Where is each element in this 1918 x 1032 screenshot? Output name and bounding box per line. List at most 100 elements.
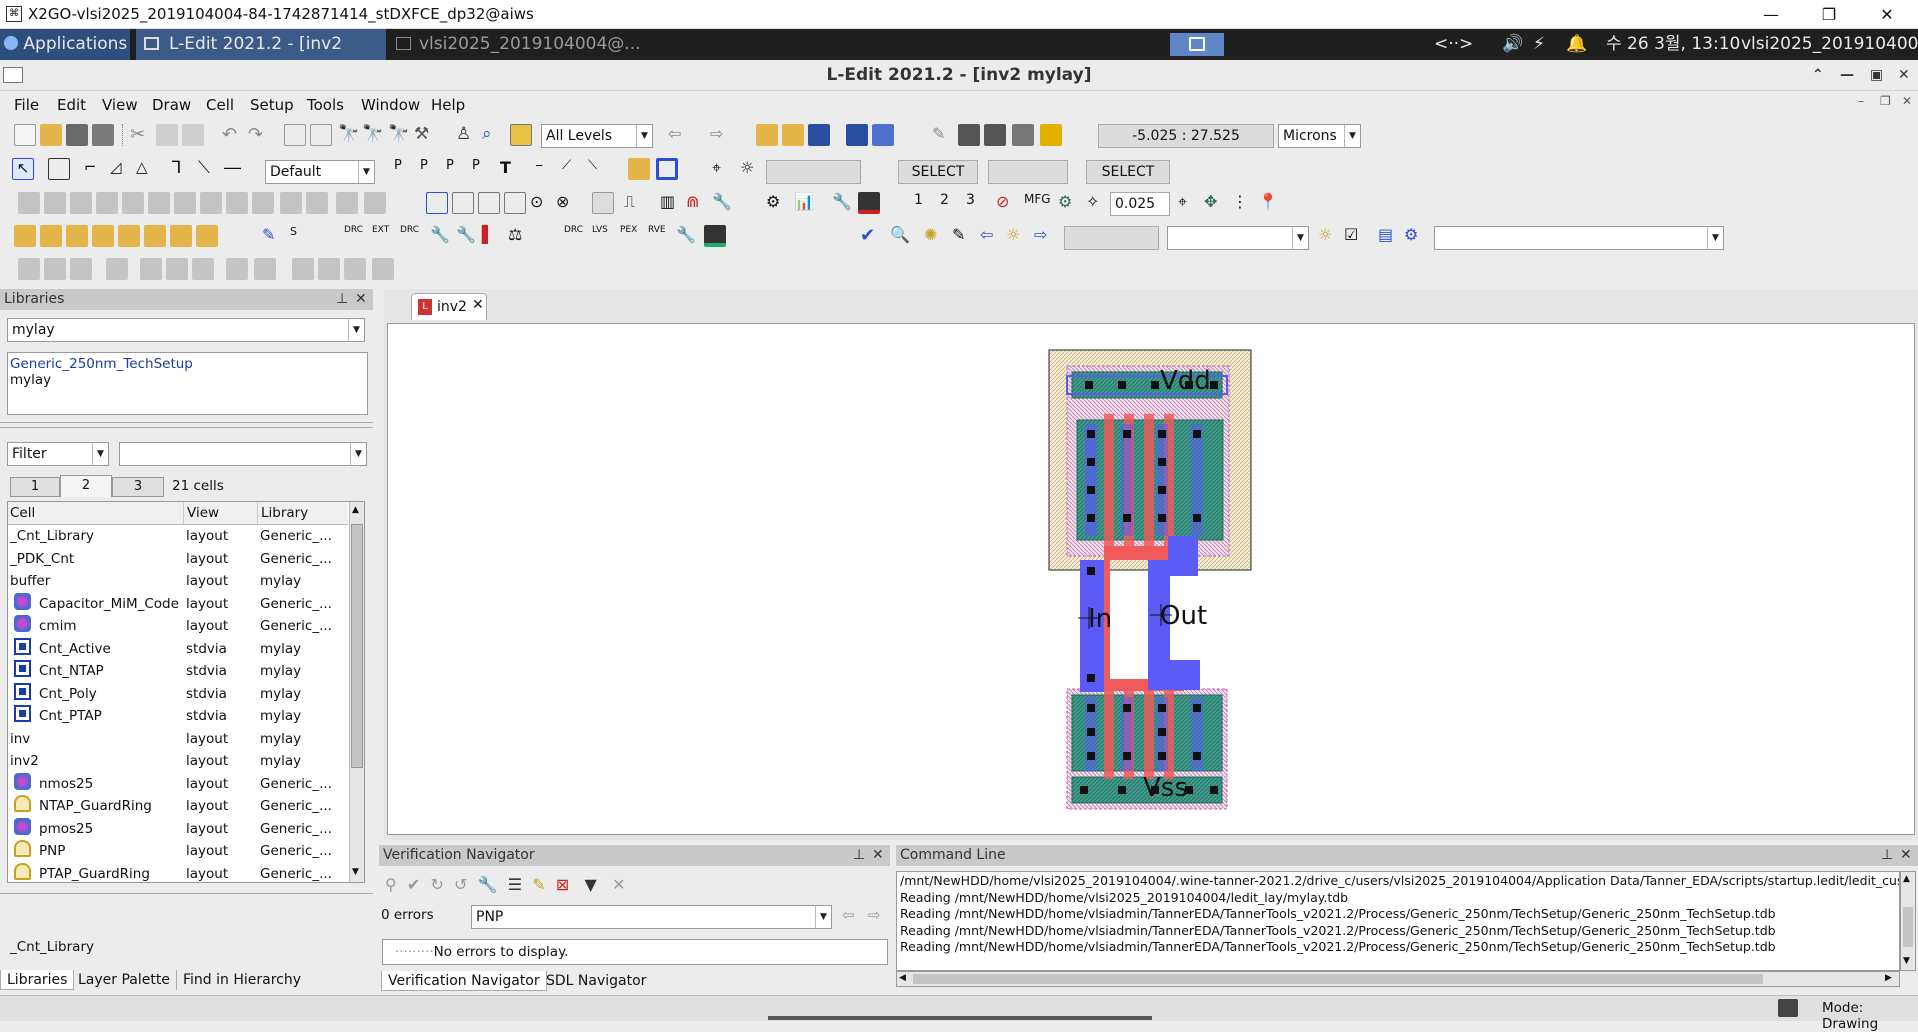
- table-row[interactable]: NTAP_GuardRing layout Generic_...: [8, 795, 348, 818]
- window-icon[interactable]: [1012, 124, 1034, 146]
- dist-3-icon[interactable]: [70, 258, 92, 280]
- layer-2-icon[interactable]: 2: [940, 192, 962, 214]
- table-row[interactable]: Capacitor_MiM_Code layout Generic_...: [8, 592, 348, 616]
- mirror-icon[interactable]: [96, 192, 118, 214]
- pin-icon[interactable]: ⊥: [1881, 845, 1893, 866]
- close-icon[interactable]: ✕: [355, 289, 367, 310]
- crosshair-2-icon[interactable]: ⌖: [1178, 192, 1200, 214]
- wire-line-icon[interactable]: ―: [224, 158, 246, 180]
- port-4-icon[interactable]: P: [472, 158, 494, 180]
- filter-input[interactable]: ▼: [119, 442, 367, 466]
- grid-icon[interactable]: ⋮: [1232, 192, 1254, 214]
- pencil-icon[interactable]: ✎: [932, 124, 954, 146]
- ext-run-icon[interactable]: EXT: [372, 225, 394, 247]
- checkbox-icon[interactable]: ☑: [1344, 225, 1366, 247]
- pen-icon[interactable]: ✎: [952, 225, 974, 247]
- tab-sdl-navigator[interactable]: SDL Navigator: [540, 971, 652, 991]
- forward-icon[interactable]: ⇨: [710, 124, 732, 146]
- group-icon[interactable]: [148, 192, 170, 214]
- crosshair-icon[interactable]: ⌖: [712, 158, 734, 180]
- redo-icon[interactable]: ↷: [248, 124, 270, 146]
- snap-center-icon[interactable]: ⊙: [530, 192, 552, 214]
- dropdown-icon[interactable]: ▼: [584, 875, 596, 894]
- snap-icon[interactable]: [426, 192, 448, 214]
- cut-icon[interactable]: [364, 192, 386, 214]
- snap-intersect-icon[interactable]: ⊗: [556, 192, 578, 214]
- mdi-minimize-icon[interactable]: –: [1858, 94, 1864, 108]
- menu-file[interactable]: File: [14, 96, 39, 114]
- table-row[interactable]: nmos25 layout Generic_...: [8, 772, 348, 796]
- ruler-icon[interactable]: ⎯: [536, 158, 558, 180]
- new-cell-icon[interactable]: [782, 124, 804, 146]
- table-row[interactable]: cmim layout Generic_...: [8, 615, 348, 638]
- scrollbar-thumb[interactable]: [1903, 907, 1913, 947]
- table-row[interactable]: inv layout mylay: [8, 728, 348, 751]
- taskbar-ledit[interactable]: L-Edit 2021.2 - [inv2: [136, 29, 386, 60]
- sim-icon[interactable]: S: [290, 225, 312, 247]
- text-icon[interactable]: T: [500, 158, 522, 180]
- text-snap-icon[interactable]: [592, 192, 614, 214]
- fit-icon[interactable]: [310, 124, 332, 146]
- tab-3[interactable]: 3: [112, 477, 164, 497]
- tab-1[interactable]: 1: [10, 477, 60, 497]
- extract-3-icon[interactable]: [66, 225, 88, 247]
- table-row[interactable]: pmos25 layout Generic_...: [8, 817, 348, 841]
- search-icon[interactable]: ⌕: [482, 124, 504, 146]
- extract-7-icon[interactable]: [170, 225, 192, 247]
- wrench-4-icon[interactable]: 🔧: [676, 225, 698, 247]
- network-indicator[interactable]: <··>: [1434, 29, 1473, 60]
- chart-icon[interactable]: 📊: [794, 192, 816, 214]
- rotate-icon[interactable]: [122, 192, 144, 214]
- tab-2[interactable]: 2: [60, 475, 112, 497]
- port-2-icon[interactable]: P: [420, 158, 442, 180]
- cell-info-icon[interactable]: [808, 124, 830, 146]
- extract-2-icon[interactable]: [40, 225, 62, 247]
- save-icon[interactable]: [66, 124, 88, 146]
- filter-icon[interactable]: ⚲: [385, 875, 397, 894]
- snap-edge-icon[interactable]: [478, 192, 500, 214]
- cut-icon[interactable]: ✂: [130, 124, 152, 146]
- units-select[interactable]: Microns ▼: [1278, 124, 1361, 148]
- extract-icon[interactable]: [14, 225, 36, 247]
- align-4-icon[interactable]: [192, 258, 214, 280]
- grow-icon[interactable]: [252, 192, 274, 214]
- port-3-icon[interactable]: P: [446, 158, 468, 180]
- menu-tools[interactable]: Tools: [307, 96, 344, 114]
- hierarchy-icon[interactable]: ♙: [456, 124, 478, 146]
- tab-inv2[interactable]: L inv2 ✕: [411, 293, 487, 320]
- book-icon[interactable]: ▤: [1378, 225, 1400, 247]
- close-icon[interactable]: ✕: [872, 845, 884, 866]
- filter-select[interactable]: Filter ▼: [7, 442, 109, 466]
- tab-layer-palette[interactable]: Layer Palette: [72, 970, 176, 990]
- table-row[interactable]: Cnt_PTAP stdvia mylay: [8, 705, 348, 728]
- layer-box-icon[interactable]: [656, 158, 678, 180]
- column-view[interactable]: View: [183, 502, 219, 524]
- table-row[interactable]: Cnt_Active stdvia mylay: [8, 637, 348, 661]
- instance-icon[interactable]: [846, 124, 868, 146]
- next-icon[interactable]: ⇨: [1034, 225, 1056, 247]
- close-icon[interactable]: ✕: [1898, 60, 1910, 91]
- check-icon[interactable]: ✔: [407, 875, 420, 894]
- instance-place-icon[interactable]: [628, 158, 650, 180]
- disks-icon[interactable]: [984, 124, 1006, 146]
- table-row[interactable]: buffer layout mylay: [8, 570, 348, 593]
- gear-icon[interactable]: ⚙: [766, 192, 788, 214]
- h-scrollbar-thumb[interactable]: [913, 974, 1763, 984]
- find-prev-icon[interactable]: 🔭: [388, 124, 410, 146]
- swap-icon[interactable]: [372, 258, 394, 280]
- pin-icon[interactable]: 📍: [1258, 192, 1280, 214]
- table-row[interactable]: Cnt_Poly stdvia mylay: [8, 682, 348, 706]
- drc-run-icon[interactable]: DRC: [344, 225, 366, 247]
- table-row[interactable]: _PDK_Cnt layout Generic_...: [8, 548, 348, 571]
- minimize-icon[interactable]: —: [1840, 60, 1854, 91]
- tools-icon[interactable]: ⚒: [414, 124, 436, 146]
- table-row[interactable]: PTAP_GuardRing layout Generic_...: [8, 862, 348, 883]
- menu-setup[interactable]: Setup: [250, 96, 294, 114]
- library-select[interactable]: mylay ▼: [7, 318, 365, 342]
- measure-icon[interactable]: ⎍: [624, 192, 646, 214]
- layout-canvas[interactable]: Vdd In Out Vss: [387, 323, 1915, 835]
- magnet-icon[interactable]: ⋒: [686, 192, 708, 214]
- console-icon[interactable]: [704, 225, 726, 247]
- open-cell-icon[interactable]: [756, 124, 778, 146]
- tab-libraries[interactable]: Libraries: [0, 970, 75, 990]
